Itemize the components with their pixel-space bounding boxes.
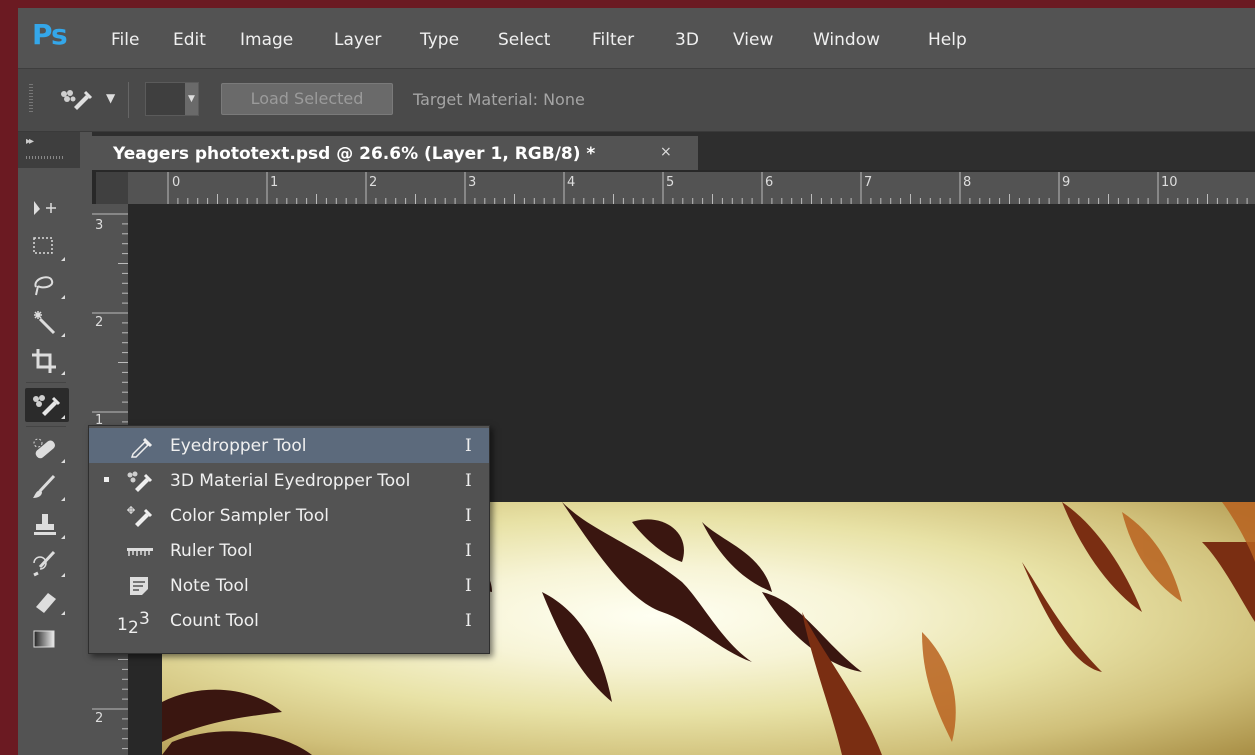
ruler-number: 2 [95,711,104,726]
eraser-icon[interactable] [25,584,69,618]
crop-icon[interactable] [25,344,69,378]
close-icon[interactable]: × [660,144,672,160]
lasso-icon[interactable] [25,268,69,302]
flyout-item-note[interactable]: Note Tool I [89,568,489,603]
menu-bar: Ps File Edit Image Layer Type Select Fil… [18,8,1255,64]
horizontal-ruler-ticks [167,172,1248,204]
flyout-item-shortcut: I [465,576,472,596]
ruler-number: 3 [468,175,477,190]
load-selected-button[interactable]: Load Selected [221,83,393,115]
ruler-number: 6 [765,175,774,190]
3d-material-eyedropper-icon[interactable] [56,87,96,111]
tool-preset-caret-icon[interactable]: ▼ [106,91,115,105]
menu-3d[interactable]: 3D [675,30,699,50]
flyout-item-shortcut: I [465,506,472,526]
target-material-label: Target Material: None [413,90,585,109]
ruler-number: 1 [270,175,279,190]
ruler-number: 0 [172,175,181,190]
tools-panel: ▸▸ [18,132,80,755]
menu-window[interactable]: Window [813,30,880,50]
brush-icon[interactable] [25,470,69,504]
photoshop-window: Ps File Edit Image Layer Type Select Fil… [18,8,1255,755]
ruler-number: 9 [1062,175,1071,190]
count-icon: 123 [117,609,161,638]
ruler-icon [125,539,155,563]
history-brush-icon[interactable] [25,546,69,580]
flyout-item-eyedropper[interactable]: Eyedropper Tool I [89,428,489,463]
menu-file[interactable]: File [111,30,139,50]
flyout-item-shortcut: I [465,611,472,631]
options-bar: ▼ ▼ Load Selected Target Material: None [18,68,1255,132]
menu-select[interactable]: Select [498,30,550,50]
ruler-number: 5 [666,175,675,190]
magic-wand-icon[interactable] [25,306,69,340]
flyout-item-label: Note Tool [170,576,249,596]
ruler-number: 3 [95,218,104,233]
options-divider [128,82,129,118]
flyout-item-label: Eyedropper Tool [170,436,307,456]
clone-stamp-icon[interactable] [25,508,69,542]
flyout-item-ruler[interactable]: Ruler Tool I [89,533,489,568]
collapse-icon[interactable]: ▸▸ [26,136,34,147]
color-sampler-icon [125,504,155,528]
flyout-item-color-sampler[interactable]: Color Sampler Tool I [89,498,489,533]
ruler-number: 4 [567,175,576,190]
flyout-item-3d-material-eyedropper[interactable]: 3D Material Eyedropper Tool I [89,463,489,498]
current-tool-bullet [104,477,109,482]
flyout-item-shortcut: I [465,541,472,561]
3d-material-eyedropper-tool-button[interactable] [25,388,69,422]
flyout-item-label: Ruler Tool [170,541,253,561]
ruler-number: 8 [963,175,972,190]
ruler-number: 10 [1161,175,1178,190]
svg-text:3: 3 [139,609,150,629]
menu-type[interactable]: Type [420,30,459,50]
document-tab[interactable]: Yeagers phototext.psd @ 26.6% (Layer 1, … [92,136,698,170]
menu-filter[interactable]: Filter [592,30,634,50]
menu-view[interactable]: View [733,30,773,50]
svg-text:2: 2 [128,618,139,635]
spot-healing-brush-icon[interactable] [25,432,69,466]
toolbar-divider [26,382,66,383]
ruler-origin[interactable] [96,172,128,204]
ps-logo: Ps [32,18,68,51]
menu-layer[interactable]: Layer [334,30,381,50]
move-icon[interactable] [25,192,69,226]
ruler-number: 7 [864,175,873,190]
document-tab-bar: Yeagers phototext.psd @ 26.6% (Layer 1, … [92,132,1255,170]
flyout-item-shortcut: I [465,471,472,491]
note-icon [125,574,155,598]
options-bar-grip[interactable] [29,84,33,114]
3d-material-eyedropper-icon [125,469,155,493]
document-tab-title: Yeagers phototext.psd @ 26.6% (Layer 1, … [113,144,596,164]
flyout-item-label: 3D Material Eyedropper Tool [170,471,411,491]
menu-help[interactable]: Help [928,30,967,50]
gradient-icon[interactable] [25,622,69,656]
flyout-item-count[interactable]: 123 Count Tool I [89,603,489,638]
toolbar-divider [26,426,66,427]
svg-text:1: 1 [117,615,128,635]
flyout-item-shortcut: I [465,436,472,456]
material-swatch-picker[interactable]: ▼ [145,82,199,116]
rectangular-marquee-icon[interactable] [25,230,69,264]
eyedropper-tool-flyout: Eyedropper Tool I 3D Material Eyedropper… [88,425,490,654]
ruler-number: 2 [369,175,378,190]
ruler-number: 2 [95,315,104,330]
chevron-down-icon[interactable]: ▼ [185,83,198,115]
menu-edit[interactable]: Edit [173,30,206,50]
horizontal-ruler[interactable]: 0 1 2 3 4 5 6 7 8 9 10 [128,172,1255,204]
tools-panel-header: ▸▸ [18,132,80,168]
menu-image[interactable]: Image [240,30,293,50]
flyout-item-label: Count Tool [170,611,259,631]
panel-grip[interactable] [26,156,64,159]
flyout-item-label: Color Sampler Tool [170,506,329,526]
eyedropper-icon [125,434,155,458]
